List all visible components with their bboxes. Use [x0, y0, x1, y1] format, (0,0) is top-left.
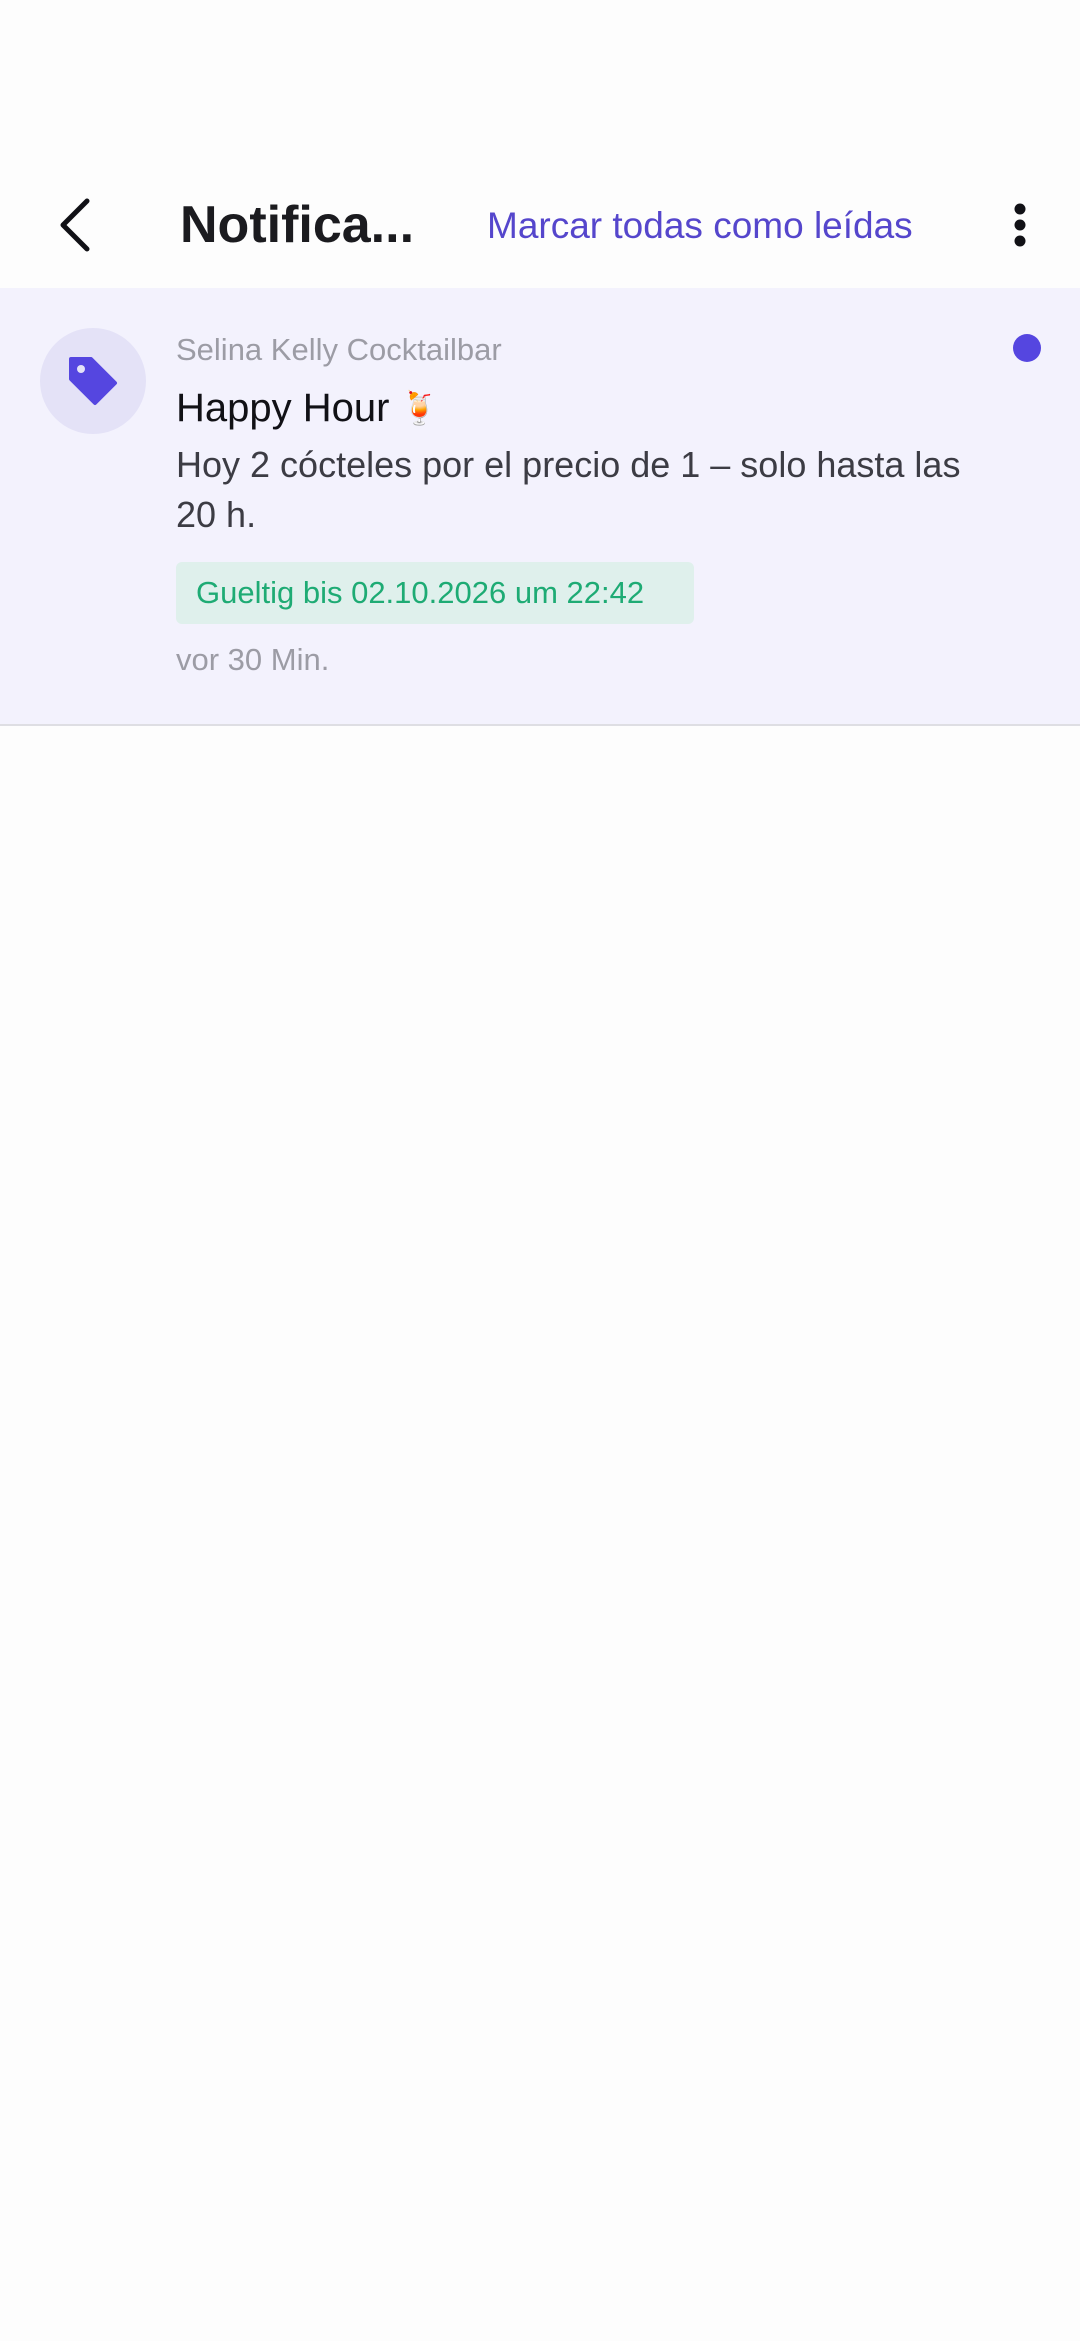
more-vertical-icon [1014, 203, 1026, 247]
page-title: Notifica... [180, 196, 415, 254]
more-options-button[interactable] [990, 190, 1050, 260]
notification-sender: Selina Kelly Cocktailbar [176, 332, 502, 367]
cocktail-emoji: 🍹 [399, 390, 440, 426]
notification-title-text: Happy Hour [176, 386, 390, 430]
chevron-left-icon [60, 198, 90, 252]
app-bar: Notifica... Marcar todas como leídas [0, 160, 1080, 288]
back-button[interactable] [40, 190, 110, 260]
notification-item[interactable]: Selina Kelly Cocktailbar Happy Hour 🍹 Hoy… [0, 288, 1080, 726]
notification-time: vor 30 Min. [176, 642, 330, 677]
tag-icon [69, 357, 117, 405]
notification-body: Hoy 2 cócteles por el precio de 1 – solo… [176, 444, 961, 535]
mark-all-read-button[interactable]: Marcar todas como leídas [487, 196, 913, 256]
notification-avatar [40, 328, 146, 434]
notification-title: Happy Hour 🍹 [176, 380, 439, 436]
status-bar [0, 0, 1080, 160]
validity-badge: Gueltig bis 02.10.2026 um 22:42 [176, 562, 694, 624]
unread-indicator [1013, 334, 1041, 362]
